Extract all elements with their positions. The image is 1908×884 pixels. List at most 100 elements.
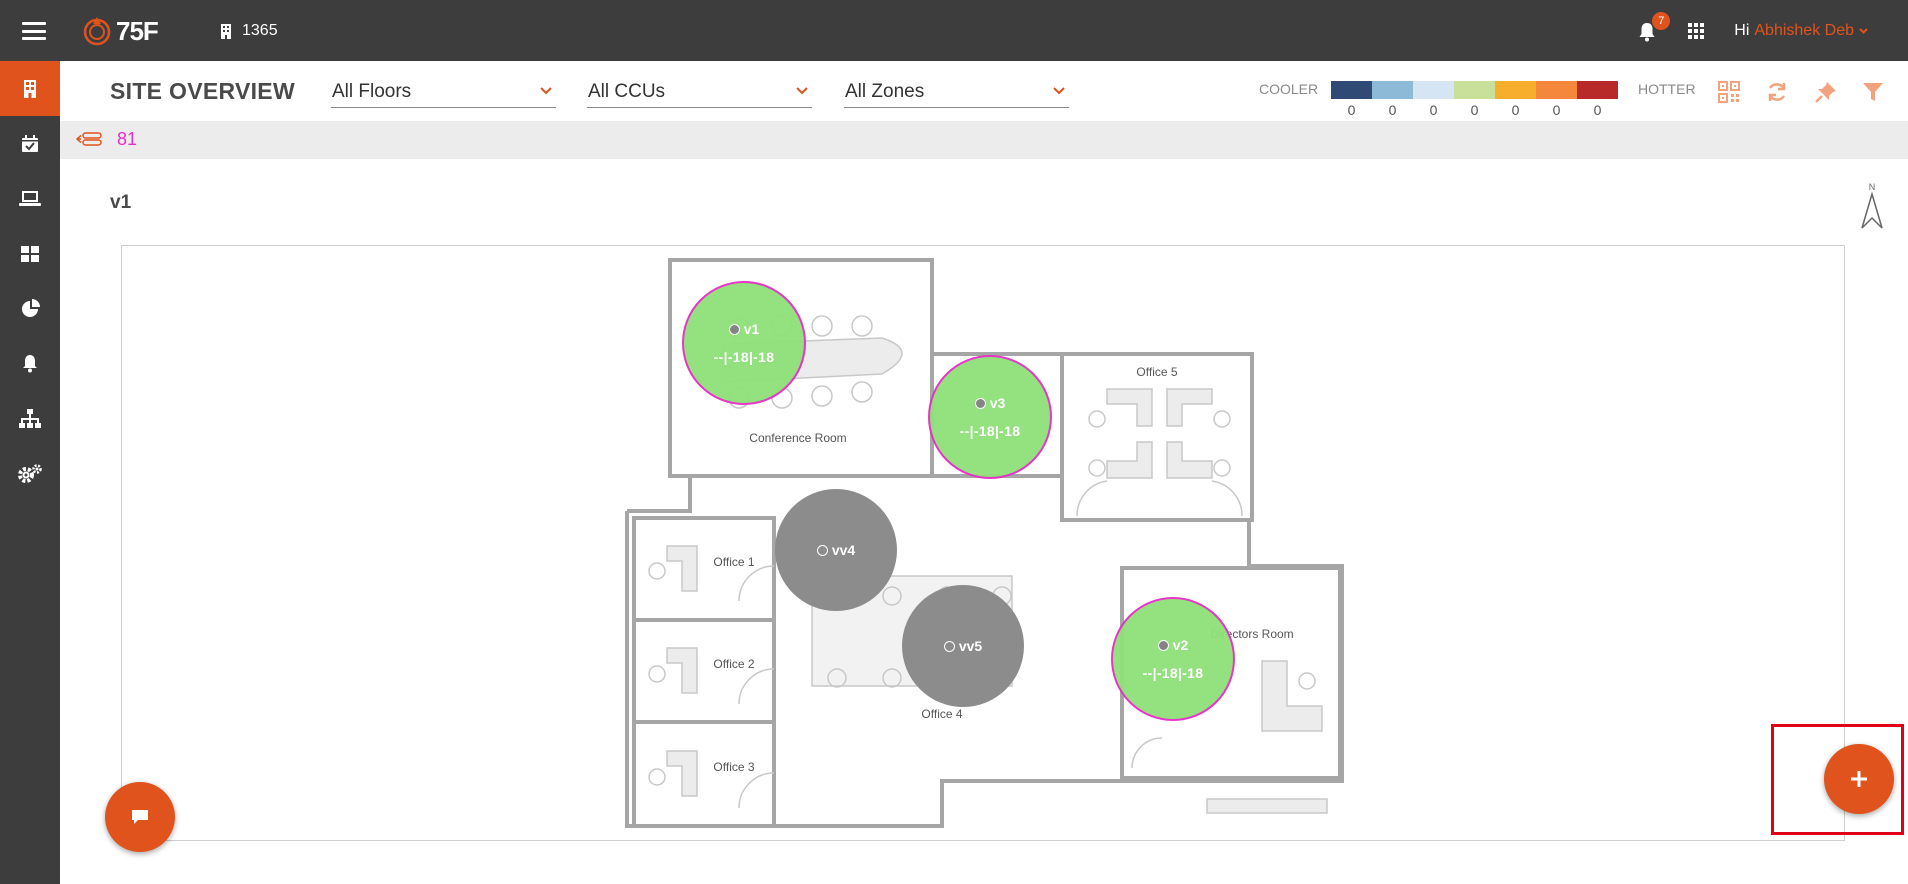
zone-name: vv5 <box>943 638 982 654</box>
logo-mark-icon <box>83 17 111 46</box>
chevron-down-icon <box>796 87 808 95</box>
legend-count: 0 <box>1552 102 1561 118</box>
legend-count: 0 <box>1347 102 1356 118</box>
add-button[interactable] <box>1824 744 1894 814</box>
building-icon <box>221 23 231 39</box>
greeting-text: Hi <box>1734 21 1750 39</box>
zones-select-value: All Zones <box>845 81 925 102</box>
room-label-office4: Office 4 <box>921 707 962 721</box>
page-title: SITE OVERVIEW <box>110 78 295 104</box>
sidebar-item-settings[interactable] <box>0 446 60 501</box>
dashboard-icon <box>21 245 39 262</box>
org-tree-icon <box>19 408 41 428</box>
floors-select-value: All Floors <box>332 81 412 102</box>
summary-count: 81 <box>117 129 138 149</box>
sidebar <box>0 61 60 884</box>
chat-button[interactable] <box>105 782 175 852</box>
top-bar: 75F 1365 7 Hi Abhishek Deb <box>0 0 1908 61</box>
legend-segment <box>1536 81 1577 99</box>
sidebar-item-system[interactable] <box>0 391 60 446</box>
logo-text: 75F <box>116 15 159 46</box>
zone-vv4[interactable]: vv4 <box>775 489 897 611</box>
north-arrow-icon: N <box>1861 182 1883 229</box>
refresh-icon[interactable] <box>1766 81 1788 103</box>
legend-counts: 0 0 0 0 0 0 0 <box>1331 102 1618 118</box>
legend-segment <box>1331 81 1372 99</box>
chevron-down-icon <box>540 87 552 95</box>
settings-icon <box>18 463 42 483</box>
floors-select[interactable]: All Floors <box>331 78 556 108</box>
zone-status-icon <box>1157 639 1169 651</box>
zone-name: v1 <box>728 321 759 337</box>
qr-code-icon[interactable] <box>1718 81 1740 103</box>
temperature-legend-bar <box>1331 81 1618 99</box>
sidebar-item-schedules[interactable] <box>0 116 60 171</box>
zone-v3[interactable]: v3 --|-18|-18 <box>928 355 1052 479</box>
chevron-down-icon <box>1053 87 1065 95</box>
north-label: N <box>1869 182 1876 192</box>
sidebar-item-analytics[interactable] <box>0 281 60 336</box>
legend-segment <box>1495 81 1536 99</box>
user-menu[interactable]: Abhishek Deb <box>1754 22 1854 40</box>
chat-icon <box>132 810 148 824</box>
legend-count: 0 <box>1470 102 1479 118</box>
top-right-controls: 7 Hi Abhishek Deb <box>1636 0 1868 61</box>
building-id-text: 1365 <box>242 22 278 39</box>
zone-vv5[interactable]: vv5 <box>902 585 1024 707</box>
filter-icon[interactable] <box>1862 81 1884 103</box>
sidebar-item-site-overview[interactable] <box>0 61 60 116</box>
user-greeting: Hi Abhishek Deb <box>1734 22 1868 40</box>
sidebar-item-devices[interactable] <box>0 171 60 226</box>
zone-temps: --|-18|-18 <box>1142 665 1204 681</box>
site-overview-header: SITE OVERVIEW All Floors All CCUs All Zo… <box>60 61 1908 121</box>
pie-chart-icon <box>21 299 40 317</box>
notification-badge: 7 <box>1652 11 1671 30</box>
zone-temps: --|-18|-18 <box>713 349 775 365</box>
legend-segment <box>1577 81 1618 99</box>
zone-v2[interactable]: v2 --|-18|-18 <box>1111 597 1235 721</box>
stack-icon[interactable] <box>76 132 102 146</box>
legend-cooler-label: COOLER <box>1259 81 1319 97</box>
apps-grid-icon[interactable] <box>1688 22 1705 39</box>
floor-plan-drawing: Conference Room Office 5 Office 1 Office… <box>625 258 1344 828</box>
room-label-office1: Office 1 <box>713 555 754 569</box>
floor-plan[interactable]: Conference Room Office 5 Office 1 Office… <box>121 245 1845 841</box>
legend-hotter-label: HOTTER <box>1638 81 1696 97</box>
zone-status-icon <box>974 397 986 409</box>
notifications-button[interactable]: 7 <box>1636 11 1671 42</box>
ccus-select-value: All CCUs <box>588 81 666 102</box>
pin-icon[interactable] <box>1815 81 1837 103</box>
chevron-down-icon[interactable] <box>1859 27 1868 34</box>
zone-v1[interactable]: v1 --|-18|-18 <box>682 281 806 405</box>
legend-segment <box>1372 81 1413 99</box>
ccus-select[interactable]: All CCUs <box>587 78 812 108</box>
zone-status-icon <box>943 640 955 652</box>
legend-segment <box>1454 81 1495 99</box>
zone-status-icon <box>728 323 740 335</box>
zone-temps: --|-18|-18 <box>959 423 1021 439</box>
plus-icon <box>1851 771 1867 787</box>
building-selector[interactable]: 1365 <box>220 22 278 40</box>
building-icon <box>24 79 36 98</box>
zone-name: v2 <box>1157 637 1188 653</box>
laptop-icon <box>19 190 41 206</box>
summary-bar: 81 <box>60 121 1908 159</box>
sidebar-item-alerts[interactable] <box>0 336 60 391</box>
sidebar-item-dashboard[interactable] <box>0 226 60 281</box>
room-label-office3: Office 3 <box>713 760 754 774</box>
calendar-icon <box>22 134 38 152</box>
legend-count: 0 <box>1593 102 1602 118</box>
zone-name: vv4 <box>816 542 855 558</box>
room-label-office2: Office 2 <box>713 657 754 671</box>
legend-count: 0 <box>1388 102 1397 118</box>
room-label-conference: Conference Room <box>749 431 846 445</box>
zones-select[interactable]: All Zones <box>844 78 1069 108</box>
menu-icon[interactable] <box>22 22 46 40</box>
legend-count: 0 <box>1511 102 1520 118</box>
floor-name: v1 <box>110 192 132 213</box>
logo[interactable]: 75F <box>82 14 159 48</box>
alert-bell-icon <box>23 355 37 373</box>
room-label-office5: Office 5 <box>1136 365 1177 379</box>
legend-count: 0 <box>1429 102 1438 118</box>
zone-status-icon <box>816 544 828 556</box>
